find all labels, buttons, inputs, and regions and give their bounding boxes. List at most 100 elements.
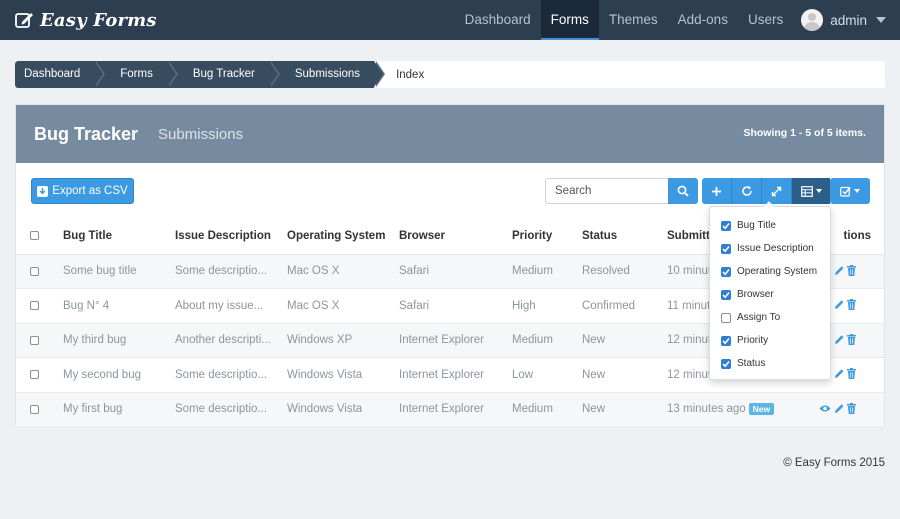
columns-icon bbox=[800, 185, 813, 197]
row-checkbox[interactable] bbox=[30, 335, 39, 345]
trash-icon[interactable] bbox=[847, 333, 856, 345]
download-icon bbox=[37, 185, 49, 197]
col-operating-system[interactable]: Operating System bbox=[287, 218, 399, 255]
column-toggle-label: Bug Title bbox=[737, 220, 776, 231]
nav-addons[interactable]: Add-ons bbox=[668, 0, 738, 40]
col-bug-title[interactable]: Bug Title bbox=[63, 218, 175, 255]
trash-icon[interactable] bbox=[847, 299, 856, 311]
new-badge: New bbox=[748, 403, 775, 416]
pencil-icon[interactable] bbox=[834, 265, 844, 276]
footer-copyright: © Easy Forms 2015 bbox=[783, 457, 885, 469]
column-toggle-item[interactable]: Assign To bbox=[710, 306, 830, 329]
items-summary: Showing 1 - 5 of 5 items. bbox=[743, 127, 866, 139]
row-checkbox[interactable] bbox=[30, 404, 39, 414]
column-toggle-item[interactable]: Priority bbox=[710, 329, 830, 352]
brand[interactable]: Easy Forms bbox=[0, 0, 157, 40]
column-toggle-label: Assign To bbox=[737, 312, 781, 323]
checkbox-checked-icon[interactable] bbox=[721, 220, 731, 231]
column-toggle-label: Browser bbox=[737, 289, 774, 300]
pencil-icon[interactable] bbox=[834, 299, 844, 310]
column-toggle-label: Status bbox=[737, 358, 766, 369]
checkbox-checked-icon[interactable] bbox=[721, 335, 731, 346]
column-toggle-item[interactable]: Bug Title bbox=[710, 214, 830, 237]
page-title: Bug Tracker bbox=[34, 123, 139, 144]
search-button[interactable] bbox=[668, 178, 698, 204]
page-subtitle: Submissions bbox=[158, 125, 244, 143]
row-select-cell bbox=[16, 357, 63, 393]
nav-dashboard[interactable]: Dashboard bbox=[455, 0, 541, 40]
column-toggle-item[interactable]: Browser bbox=[710, 283, 830, 306]
select-all-cell bbox=[16, 218, 63, 255]
eye-icon[interactable] bbox=[819, 404, 831, 413]
cell-browser: Internet Explorer bbox=[399, 392, 512, 427]
column-toggle-item[interactable]: Status bbox=[710, 352, 830, 375]
cell-status: Confirmed bbox=[582, 288, 667, 324]
row-select-cell bbox=[16, 392, 63, 427]
avatar bbox=[801, 9, 824, 31]
cell-operating-system: Mac OS X bbox=[287, 288, 399, 324]
cell-priority: Medium bbox=[512, 254, 582, 289]
cell-bug-title: My third bug bbox=[63, 323, 175, 358]
nav-forms[interactable]: Forms bbox=[540, 0, 599, 40]
submitted-text: 10 minut bbox=[667, 265, 712, 278]
checkbox-unchecked-icon[interactable] bbox=[721, 312, 731, 323]
select-all-checkbox[interactable] bbox=[30, 231, 39, 241]
row-checkbox[interactable] bbox=[30, 301, 39, 311]
export-csv-button[interactable]: Export as CSV bbox=[31, 178, 134, 204]
plus-icon bbox=[712, 186, 721, 196]
checkbox-checked-icon[interactable] bbox=[721, 289, 731, 300]
cell-operating-system: Mac OS X bbox=[287, 254, 399, 289]
user-menu[interactable]: admin bbox=[793, 0, 900, 40]
caret-down-icon bbox=[815, 189, 822, 193]
pencil-icon[interactable] bbox=[834, 334, 844, 345]
submitted-text: 11 minut bbox=[667, 299, 711, 312]
columns-toggle-button[interactable] bbox=[792, 178, 830, 204]
column-toggle-label: Operating System bbox=[737, 266, 818, 277]
trash-icon[interactable] bbox=[847, 402, 856, 414]
breadcrumb-dashboard[interactable]: Dashboard bbox=[15, 61, 106, 88]
nav-themes[interactable]: Themes bbox=[599, 0, 668, 40]
col-browser[interactable]: Browser bbox=[399, 218, 512, 255]
check-square-icon bbox=[840, 186, 851, 197]
cell-priority: Medium bbox=[512, 323, 582, 358]
bulk-actions-button[interactable] bbox=[830, 178, 870, 204]
refresh-button[interactable] bbox=[732, 178, 762, 204]
cell-priority: Low bbox=[512, 357, 582, 393]
trash-icon[interactable] bbox=[847, 368, 856, 380]
row-select-cell bbox=[16, 323, 63, 358]
pencil-icon[interactable] bbox=[834, 368, 844, 379]
checkbox-checked-icon[interactable] bbox=[721, 243, 731, 254]
column-toggle-item[interactable]: Operating System bbox=[710, 260, 830, 283]
trash-icon[interactable] bbox=[847, 264, 856, 276]
expand-icon bbox=[771, 186, 782, 196]
breadcrumb-submissions[interactable]: Submissions bbox=[268, 61, 386, 88]
cell-issue-description: About my issue... bbox=[175, 288, 287, 324]
panel-header: Bug Tracker Submissions Showing 1 - 5 of… bbox=[16, 105, 884, 163]
col-priority[interactable]: Priority bbox=[512, 218, 582, 255]
row-checkbox[interactable] bbox=[30, 266, 39, 276]
search-icon bbox=[677, 185, 689, 197]
cell-bug-title: Some bug title bbox=[63, 254, 175, 289]
cell-operating-system: Windows XP bbox=[287, 323, 399, 358]
cell-status: New bbox=[582, 323, 667, 358]
table-row[interactable]: My first bug Some descriptio... Windows … bbox=[16, 392, 884, 427]
pencil-icon[interactable] bbox=[834, 403, 844, 414]
row-checkbox[interactable] bbox=[30, 370, 39, 380]
column-toggle-item[interactable]: Issue Description bbox=[710, 237, 830, 260]
top-navbar: Easy Forms Dashboard Forms Themes Add-on… bbox=[0, 0, 900, 40]
row-select-cell bbox=[16, 288, 63, 324]
refresh-icon bbox=[741, 186, 752, 196]
cell-bug-title: Bug N° 4 bbox=[63, 288, 175, 324]
cell-priority: High bbox=[512, 288, 582, 324]
nav-users[interactable]: Users bbox=[738, 0, 793, 40]
cell-bug-title: My second bug bbox=[63, 357, 175, 393]
breadcrumb-bug-tracker[interactable]: Bug Tracker bbox=[166, 61, 280, 88]
col-status[interactable]: Status bbox=[582, 218, 667, 255]
col-issue-description[interactable]: Issue Description bbox=[175, 218, 287, 255]
add-button[interactable] bbox=[702, 178, 732, 204]
search-input[interactable] bbox=[545, 178, 668, 204]
cell-operating-system: Windows Vista bbox=[287, 392, 399, 427]
checkbox-checked-icon[interactable] bbox=[721, 266, 731, 277]
checkbox-checked-icon[interactable] bbox=[721, 358, 731, 369]
column-toggle-label: Priority bbox=[737, 335, 769, 346]
